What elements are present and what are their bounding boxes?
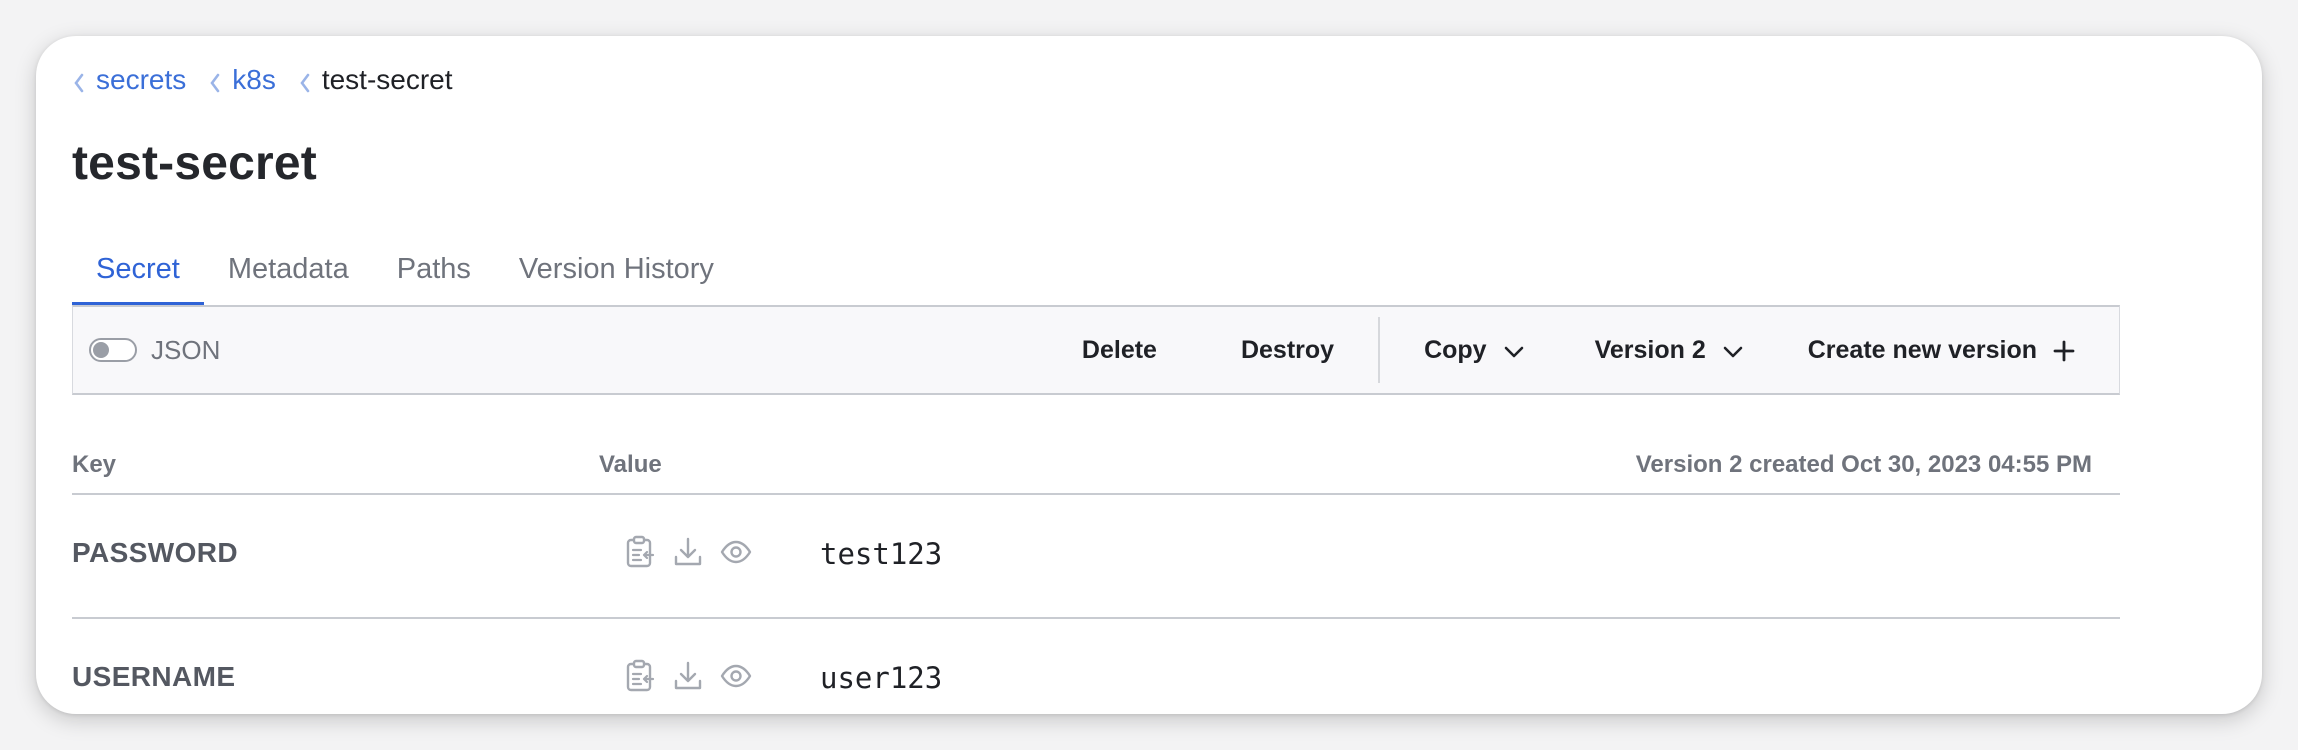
copy-button-label: Copy xyxy=(1424,335,1487,364)
download-icon[interactable] xyxy=(672,659,704,693)
row-actions xyxy=(624,659,768,693)
column-header-key: Key xyxy=(72,451,117,478)
delete-button[interactable]: Delete xyxy=(1040,307,1199,393)
version-created-info: Version 2 created Oct 30, 2023 04:55 PM xyxy=(1635,451,2092,478)
tab-paths[interactable]: Paths xyxy=(373,236,495,302)
eye-icon[interactable] xyxy=(720,535,752,569)
breadcrumb: secrets k8s test-secret xyxy=(72,60,475,100)
breadcrumb-link-k8s[interactable]: k8s xyxy=(232,64,276,96)
json-toggle[interactable]: JSON xyxy=(89,335,220,366)
chevron-left-icon xyxy=(74,73,84,93)
clipboard-copy-icon[interactable] xyxy=(624,535,656,569)
page-title: test-secret xyxy=(72,137,317,190)
table-header: Key Value Version 2 created Oct 30, 2023… xyxy=(72,395,2120,495)
destroy-button[interactable]: Destroy xyxy=(1199,307,1376,393)
breadcrumb-item-current: test-secret xyxy=(298,64,453,96)
secret-value: user123 xyxy=(820,661,943,695)
download-icon[interactable] xyxy=(672,535,704,569)
row-actions xyxy=(624,535,768,569)
delete-button-label: Delete xyxy=(1081,335,1157,364)
version-button-label: Version 2 xyxy=(1594,335,1706,364)
eye-icon[interactable] xyxy=(720,659,752,693)
json-toggle-label: JSON xyxy=(151,334,221,365)
secret-toolbar: JSON Delete Destroy Copy Version 2 Creat… xyxy=(72,305,2120,395)
json-toggle-switch[interactable] xyxy=(89,338,137,362)
plus-icon xyxy=(2053,340,2075,362)
table-row: PASSWORD test123 xyxy=(72,495,2120,619)
breadcrumb-item-k8s[interactable]: k8s xyxy=(208,64,276,96)
copy-dropdown-button[interactable]: Copy xyxy=(1382,307,1567,393)
chevron-down-icon xyxy=(1504,346,1523,358)
chevron-down-icon xyxy=(1723,346,1743,358)
chevron-left-icon xyxy=(210,73,220,93)
create-new-version-label: Create new version xyxy=(1807,335,2037,364)
secret-value: test123 xyxy=(820,537,943,571)
secret-key: USERNAME xyxy=(72,661,236,692)
tab-version-history[interactable]: Version History xyxy=(495,236,738,302)
version-dropdown-button[interactable]: Version 2 xyxy=(1567,307,1772,393)
secret-detail-card: secrets k8s test-secret test-secret Secr… xyxy=(36,36,2262,714)
tab-metadata[interactable]: Metadata xyxy=(204,236,373,302)
column-header-value: Value xyxy=(599,451,662,478)
chevron-left-icon xyxy=(300,73,310,93)
clipboard-copy-icon[interactable] xyxy=(624,659,656,693)
breadcrumb-link-secrets[interactable]: secrets xyxy=(96,64,186,96)
create-new-version-button[interactable]: Create new version xyxy=(1772,307,2119,393)
breadcrumb-item-secrets[interactable]: secrets xyxy=(72,64,186,96)
toolbar-divider xyxy=(1378,317,1381,383)
tab-bar: Secret Metadata Paths Version History xyxy=(72,236,2120,306)
secret-key: PASSWORD xyxy=(72,537,239,568)
table-row: USERNAME user123 xyxy=(72,619,2120,714)
tab-secret[interactable]: Secret xyxy=(72,236,204,306)
destroy-button-label: Destroy xyxy=(1240,335,1335,364)
breadcrumb-current-label: test-secret xyxy=(321,64,453,95)
